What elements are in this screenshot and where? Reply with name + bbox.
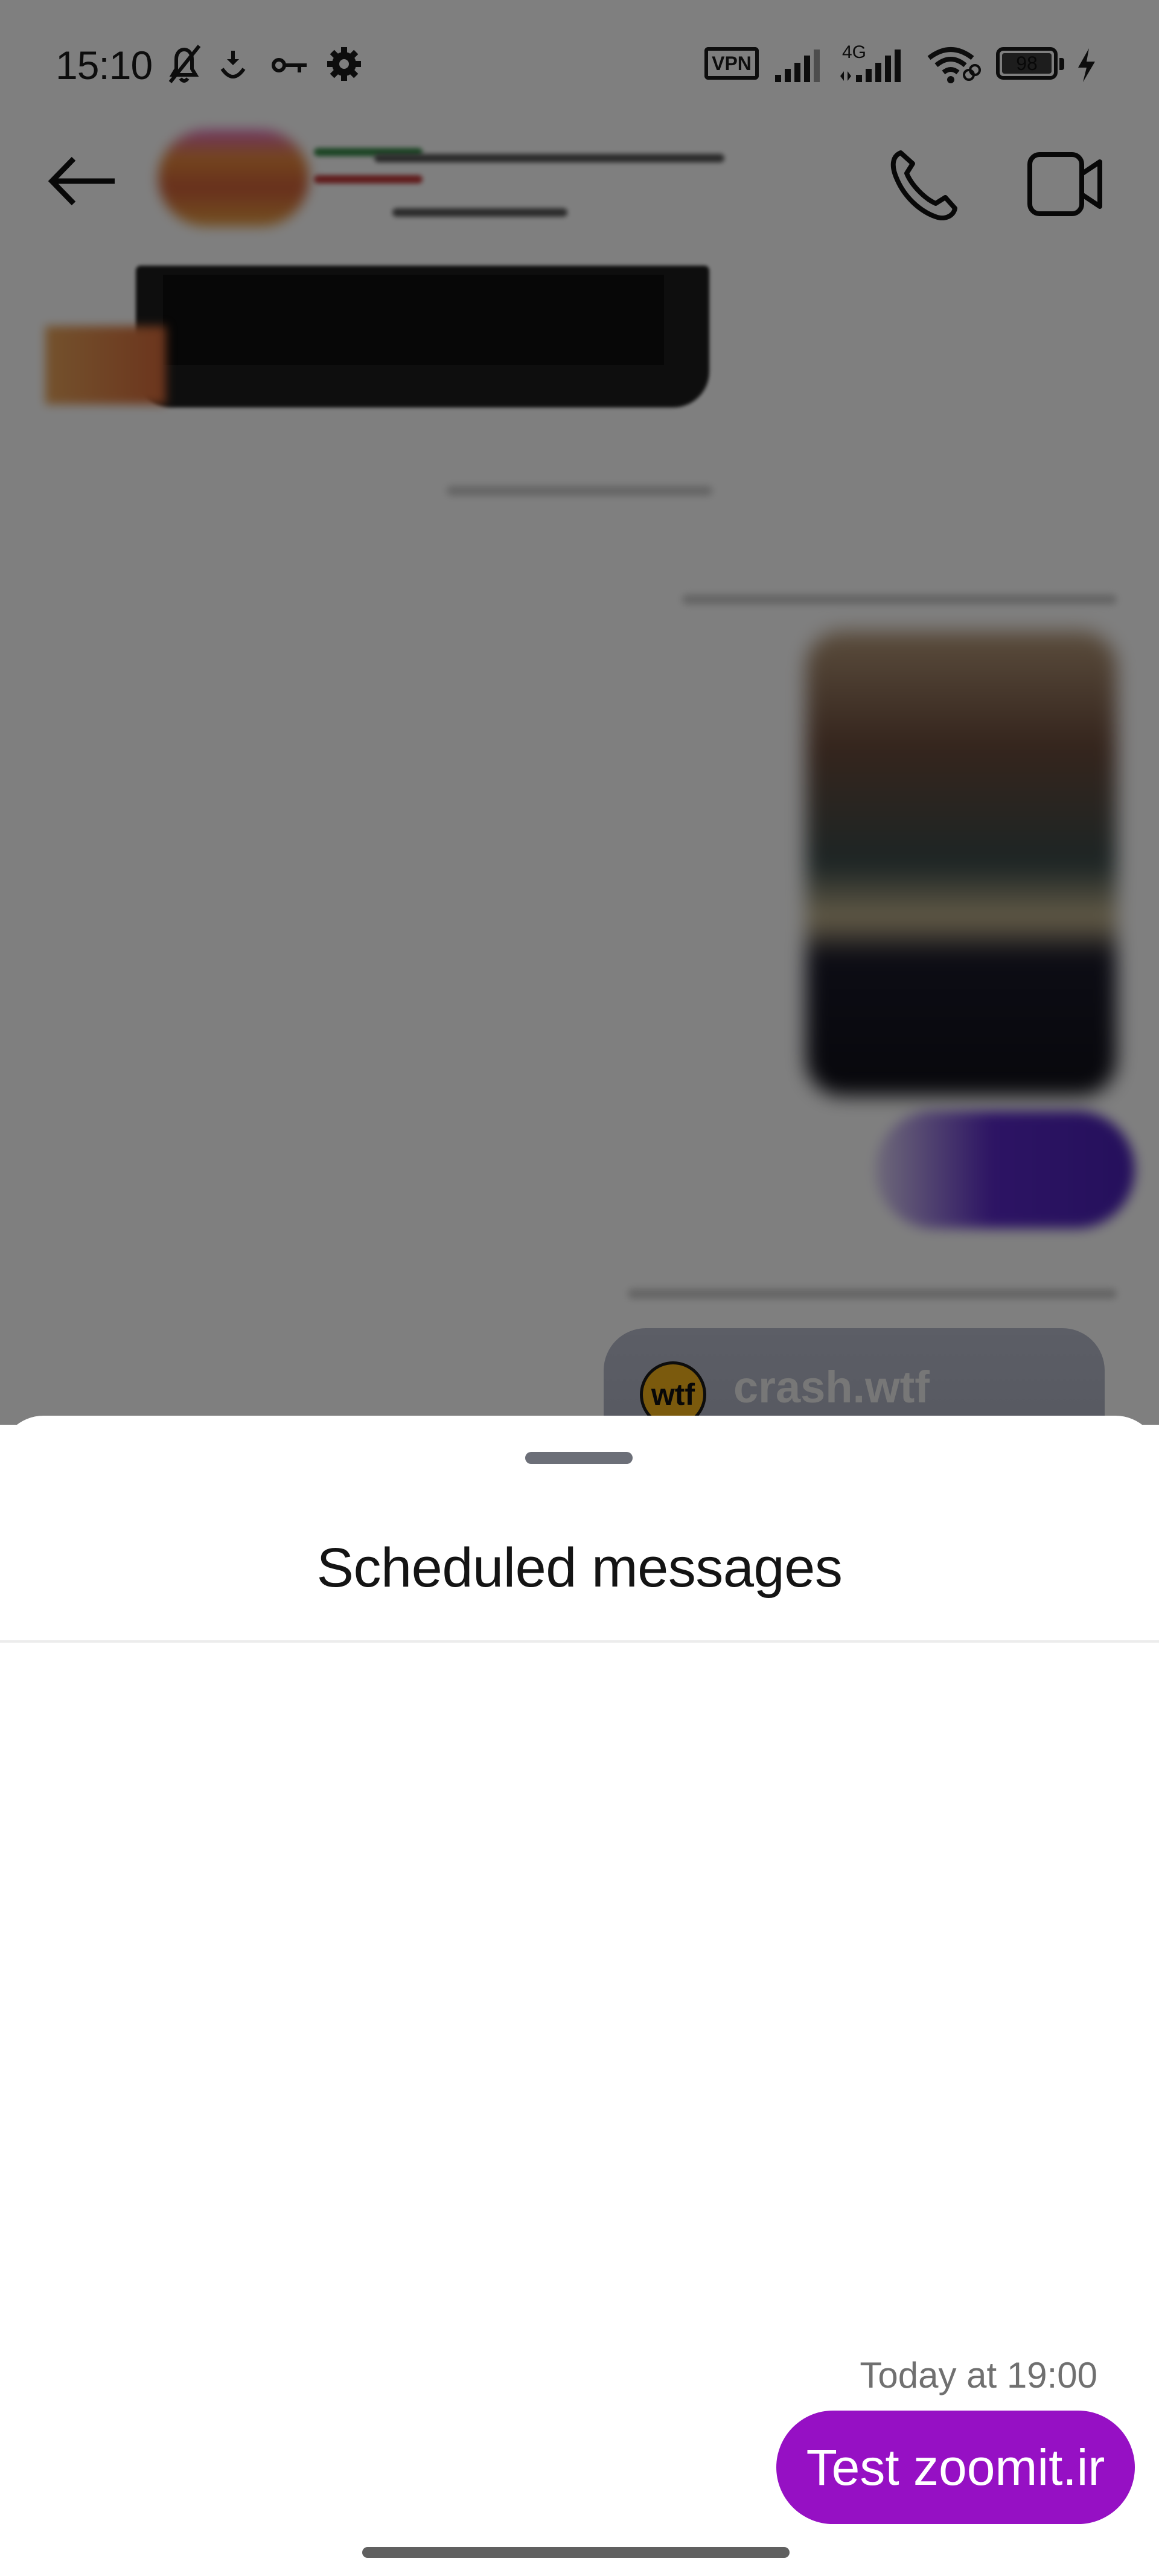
scheduled-time-label: Today at 19:00 [860,2355,1097,2395]
sheet-divider [0,1640,1159,1643]
scheduled-message-text: Test zoomit.ir [806,2438,1105,2496]
scheduled-message-bubble[interactable]: Test zoomit.ir [776,2411,1135,2524]
sheet-title: Scheduled messages [316,1537,843,1599]
modal-scrim[interactable] [0,0,1159,1425]
scheduled-messages-sheet: Scheduled messages Today at 19:00 Test z… [0,1416,1159,2576]
home-indicator[interactable] [362,2547,790,2558]
sheet-drag-handle[interactable] [525,1452,633,1464]
